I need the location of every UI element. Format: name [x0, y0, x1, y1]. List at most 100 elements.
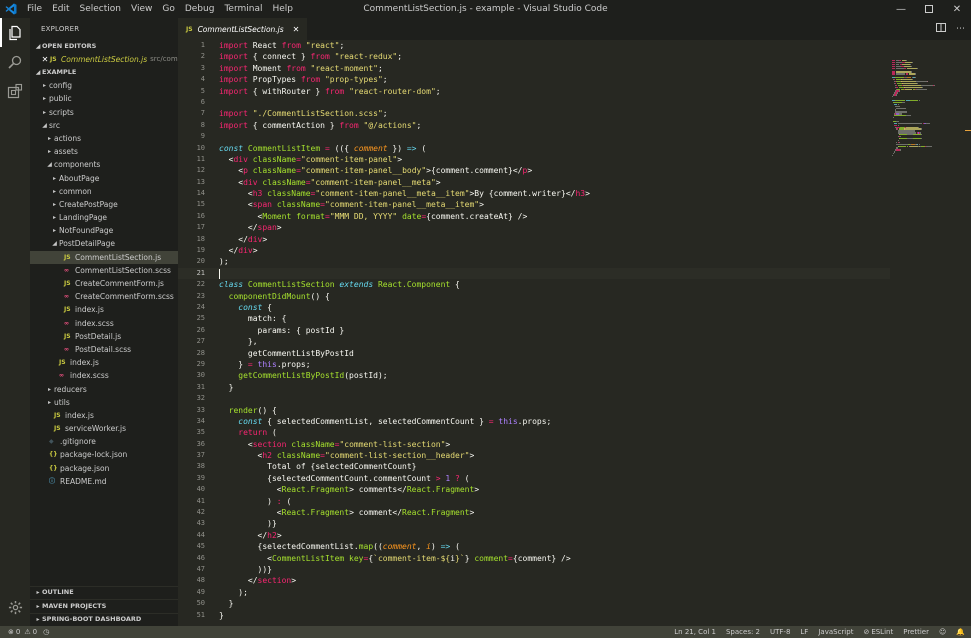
indentation[interactable]: Spaces: 2: [726, 628, 760, 636]
code-line[interactable]: 1 import React from "react";: [178, 40, 890, 51]
code-line[interactable]: 36 <section className="comment-list-sect…: [178, 439, 890, 450]
end-of-line[interactable]: LF: [800, 628, 808, 636]
notifications-icon[interactable]: 🔔: [956, 628, 965, 636]
tree-folder[interactable]: ▸ CreatePostPage: [30, 198, 178, 211]
close-tab-icon[interactable]: ✕: [293, 25, 300, 34]
menu-terminal[interactable]: Terminal: [219, 0, 267, 18]
encoding[interactable]: UTF-8: [770, 628, 790, 636]
code-line[interactable]: 45 {selectedCommentList.map((comment, i)…: [178, 541, 890, 552]
code-line[interactable]: 6: [178, 97, 890, 108]
tree-file[interactable]: JS serviceWorker.js: [30, 422, 178, 435]
code-line[interactable]: 17 </span>: [178, 222, 890, 233]
code-line[interactable]: 31 }: [178, 382, 890, 393]
code-line[interactable]: 11 <div className="comment-item-panel">: [178, 154, 890, 165]
code-line[interactable]: 13 <div className="comment-item-panel__m…: [178, 177, 890, 188]
tree-folder[interactable]: ▸ actions: [30, 132, 178, 145]
tree-folder[interactable]: ▸ utils: [30, 396, 178, 409]
gear-icon[interactable]: [0, 593, 30, 622]
tree-folder[interactable]: ◢ PostDetailPage: [30, 237, 178, 250]
code-line[interactable]: 14 <h3 className="comment-item-panel__me…: [178, 188, 890, 199]
tree-file[interactable]: JS index.js: [30, 356, 178, 369]
code-line[interactable]: 10 const CommentListItem = (({ comment })…: [178, 143, 890, 154]
code-line[interactable]: 29 } = this.props;: [178, 359, 890, 370]
code-line[interactable]: 30 getCommentListByPostId(postId);: [178, 370, 890, 381]
more-actions-icon[interactable]: ⋯: [956, 24, 965, 34]
code-line[interactable]: 3 import Moment from "react-moment";: [178, 63, 890, 74]
code-line[interactable]: 41 ) : (: [178, 496, 890, 507]
smiley-icon[interactable]: ☺: [939, 628, 946, 636]
tree-file[interactable]: ∞ CommentListSection.scss: [30, 264, 178, 277]
menu-go[interactable]: Go: [157, 0, 179, 18]
minimize-icon[interactable]: —: [887, 0, 915, 18]
code-line[interactable]: 8 import { commentAction } from "@/action…: [178, 120, 890, 131]
code-line[interactable]: 37 <h2 className="comment-list-section__…: [178, 450, 890, 461]
section-maven-projects[interactable]: ▸ MAVEN PROJECTS: [30, 599, 178, 613]
search-icon[interactable]: [0, 47, 30, 76]
open-editors-header[interactable]: ◢ OPEN EDITORS: [30, 40, 178, 53]
history-icon[interactable]: ◷: [43, 628, 49, 636]
maximize-icon[interactable]: [915, 0, 943, 18]
tree-folder[interactable]: ▸ AboutPage: [30, 172, 178, 185]
code-line[interactable]: 42 <React.Fragment> comment</React.Fragm…: [178, 507, 890, 518]
code-line[interactable]: 33 render() {: [178, 405, 890, 416]
code-line[interactable]: 9: [178, 131, 890, 142]
menu-edit[interactable]: Edit: [47, 0, 74, 18]
close-icon[interactable]: ✕: [40, 53, 50, 66]
menu-selection[interactable]: Selection: [75, 0, 126, 18]
tree-file[interactable]: ∞ index.scss: [30, 317, 178, 330]
code-line[interactable]: 43 )}: [178, 518, 890, 529]
tree-folder[interactable]: ▸ public: [30, 92, 178, 105]
section-spring-boot-dashboard[interactable]: ▸ SPRING-BOOT DASHBOARD: [30, 612, 178, 627]
code-line[interactable]: 32: [178, 393, 890, 404]
code-editor[interactable]: 1 import React from "react"; 2 import { con…: [178, 40, 890, 626]
tree-file[interactable]: {} package-lock.json: [30, 448, 178, 461]
code-line[interactable]: 24 const {: [178, 302, 890, 313]
code-line[interactable]: 20);: [178, 256, 890, 267]
extensions-icon[interactable]: [0, 76, 30, 105]
code-line[interactable]: 46 <CommentListItem key={`comment-item-$…: [178, 553, 890, 564]
language-mode[interactable]: JavaScript: [818, 628, 853, 636]
tree-file[interactable]: JS index.js: [30, 303, 178, 316]
tree-file[interactable]: JS CommentListSection.js: [30, 250, 178, 264]
tree-folder[interactable]: ▸ common: [30, 185, 178, 198]
menu-view[interactable]: View: [126, 0, 157, 18]
tree-file[interactable]: JS PostDetail.js: [30, 330, 178, 343]
tree-folder[interactable]: ▸ LandingPage: [30, 211, 178, 224]
code-line[interactable]: 19 </div>: [178, 245, 890, 256]
tree-folder[interactable]: ◢ src: [30, 119, 178, 132]
split-editor-icon[interactable]: [936, 23, 946, 35]
code-line[interactable]: 44 </h2>: [178, 530, 890, 541]
code-line[interactable]: 7 import "./CommentListSection.scss";: [178, 108, 890, 119]
code-line[interactable]: 12 <p className="comment-item-panel__bod…: [178, 165, 890, 176]
code-line[interactable]: 18 </div>: [178, 234, 890, 245]
tree-folder[interactable]: ▸ scripts: [30, 106, 178, 119]
code-line[interactable]: 26 params: { postId }: [178, 325, 890, 336]
tab-commentlistsection[interactable]: JS CommentListSection.js ✕: [178, 18, 308, 40]
menu-file[interactable]: File: [22, 0, 47, 18]
prettier-status[interactable]: Prettier: [903, 628, 929, 636]
eslint-status[interactable]: ⊘ ESLint: [863, 628, 893, 636]
code-line[interactable]: 48 </section>: [178, 575, 890, 586]
code-line[interactable]: 39 {selectedCommentCount.commentCount > …: [178, 473, 890, 484]
code-line[interactable]: 28 getCommentListByPostId: [178, 348, 890, 359]
code-line[interactable]: 2 import { connect } from "react-redux";: [178, 51, 890, 62]
code-line[interactable]: 4 import PropTypes from "prop-types";: [178, 74, 890, 85]
menu-debug[interactable]: Debug: [180, 0, 220, 18]
code-line[interactable]: 40 <React.Fragment> comments</React.Frag…: [178, 484, 890, 495]
open-editor-item[interactable]: ✕JS CommentListSection.jssrc/com...: [30, 53, 178, 66]
menu-help[interactable]: Help: [267, 0, 298, 18]
code-line[interactable]: 47 ))}: [178, 564, 890, 575]
tree-folder[interactable]: ▸ NotFoundPage: [30, 224, 178, 237]
code-line[interactable]: 5 import { withRouter } from "react-route…: [178, 86, 890, 97]
tree-file[interactable]: ∞ PostDetail.scss: [30, 343, 178, 356]
code-line[interactable]: 50 }: [178, 598, 890, 609]
project-header[interactable]: ◢ EXAMPLE: [30, 66, 178, 79]
tree-file[interactable]: JS CreateCommentForm.js: [30, 277, 178, 290]
code-line[interactable]: 23 componentDidMount() {: [178, 291, 890, 302]
code-line[interactable]: 51}: [178, 610, 890, 621]
code-line[interactable]: 38 Total of {selectedCommentCount}: [178, 461, 890, 472]
code-line[interactable]: 22 class CommentListSection extends React…: [178, 279, 890, 290]
minimap[interactable]: [890, 40, 971, 626]
code-line[interactable]: 34 const { selectedCommentList, selected…: [178, 416, 890, 427]
tree-folder[interactable]: ▸ reducers: [30, 383, 178, 396]
